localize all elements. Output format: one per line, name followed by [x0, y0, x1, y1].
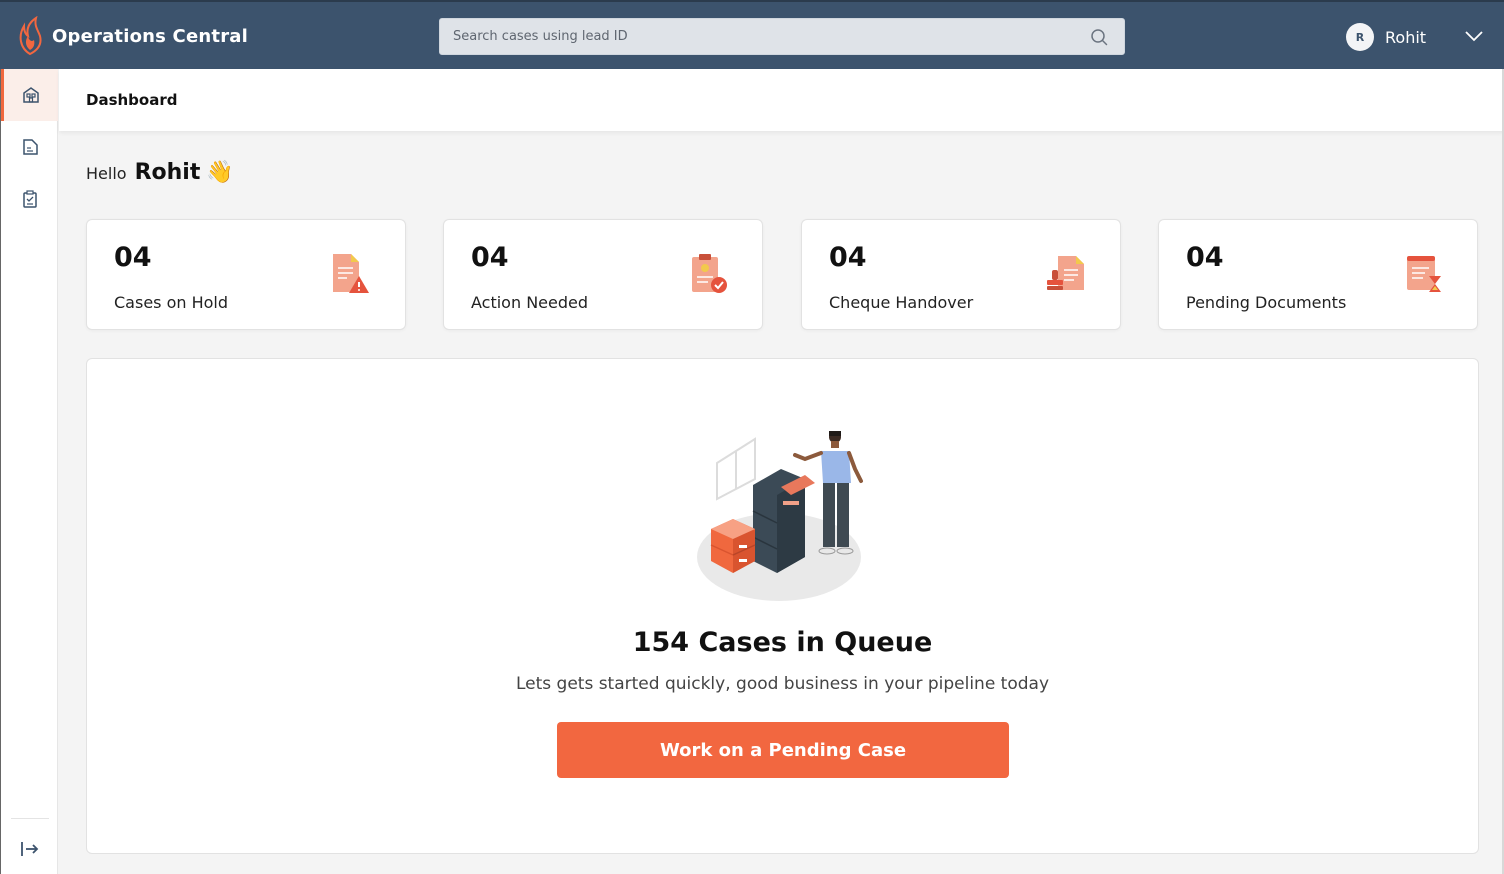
dashboard-icon [23, 87, 39, 103]
sidebar-item-checklist[interactable] [1, 173, 58, 225]
document-hourglass-icon [1407, 256, 1441, 292]
brand[interactable]: Operations Central [16, 16, 248, 56]
avatar[interactable]: R [1346, 23, 1374, 51]
stat-label: Pending Documents [1186, 293, 1347, 312]
user-menu[interactable]: R Rohit [1346, 23, 1426, 51]
sidebar [0, 69, 58, 874]
stat-label: Cheque Handover [829, 293, 974, 312]
checklist-icon [22, 190, 37, 208]
search-box[interactable] [439, 18, 1125, 55]
greeting: Hello Rohit 👋 [86, 160, 234, 190]
sidebar-item-documents[interactable] [1, 121, 58, 173]
document-warning-icon [333, 254, 369, 293]
page-header: Dashboard [59, 69, 1504, 131]
document-icon [22, 139, 38, 155]
stat-label: Cases on Hold [114, 293, 229, 312]
queue-title: 154 Cases in Queue [632, 627, 933, 658]
wave-emoji-icon: 👋 [206, 160, 234, 185]
greeting-hello: Hello [86, 164, 127, 183]
collapse-icon[interactable] [19, 839, 41, 859]
file-cabinet-illustration [697, 431, 863, 601]
page-title: Dashboard [86, 91, 178, 109]
cheque-stamp-icon [1047, 256, 1084, 290]
stat-card-pending-documents[interactable]: 04 Pending Documents [1158, 219, 1478, 330]
stat-count: 04 [114, 242, 152, 273]
sidebar-divider [11, 818, 49, 819]
user-name[interactable]: Rohit [1385, 28, 1426, 47]
stat-card-cases-on-hold[interactable]: 04 Cases on Hold [86, 219, 406, 330]
flame-logo-icon [19, 16, 42, 56]
search-icon[interactable] [1090, 28, 1108, 46]
stat-card-cheque-handover[interactable]: 04 Cheque Handover [801, 219, 1121, 330]
chevron-down-icon[interactable] [1464, 29, 1484, 43]
stat-count: 04 [829, 242, 867, 273]
app-title: Operations Central [52, 25, 248, 47]
top-bar: Operations Central R Rohit [0, 0, 1504, 69]
clipboard-check-icon [692, 254, 727, 293]
stat-count: 04 [1186, 242, 1224, 273]
sidebar-item-dashboard[interactable] [1, 69, 58, 121]
queue-subtitle: Lets gets started quickly, good business… [515, 674, 1050, 694]
queue-panel: 154 Cases in Queue Lets gets started qui… [86, 358, 1479, 854]
stat-label: Action Needed [471, 293, 589, 312]
work-pending-case-button[interactable]: Work on a Pending Case [557, 722, 1009, 778]
stat-count: 04 [471, 242, 509, 273]
stat-card-action-needed[interactable]: 04 Action Needed [443, 219, 763, 330]
greeting-name: Rohit [134, 160, 201, 185]
search-input[interactable] [440, 19, 1080, 54]
